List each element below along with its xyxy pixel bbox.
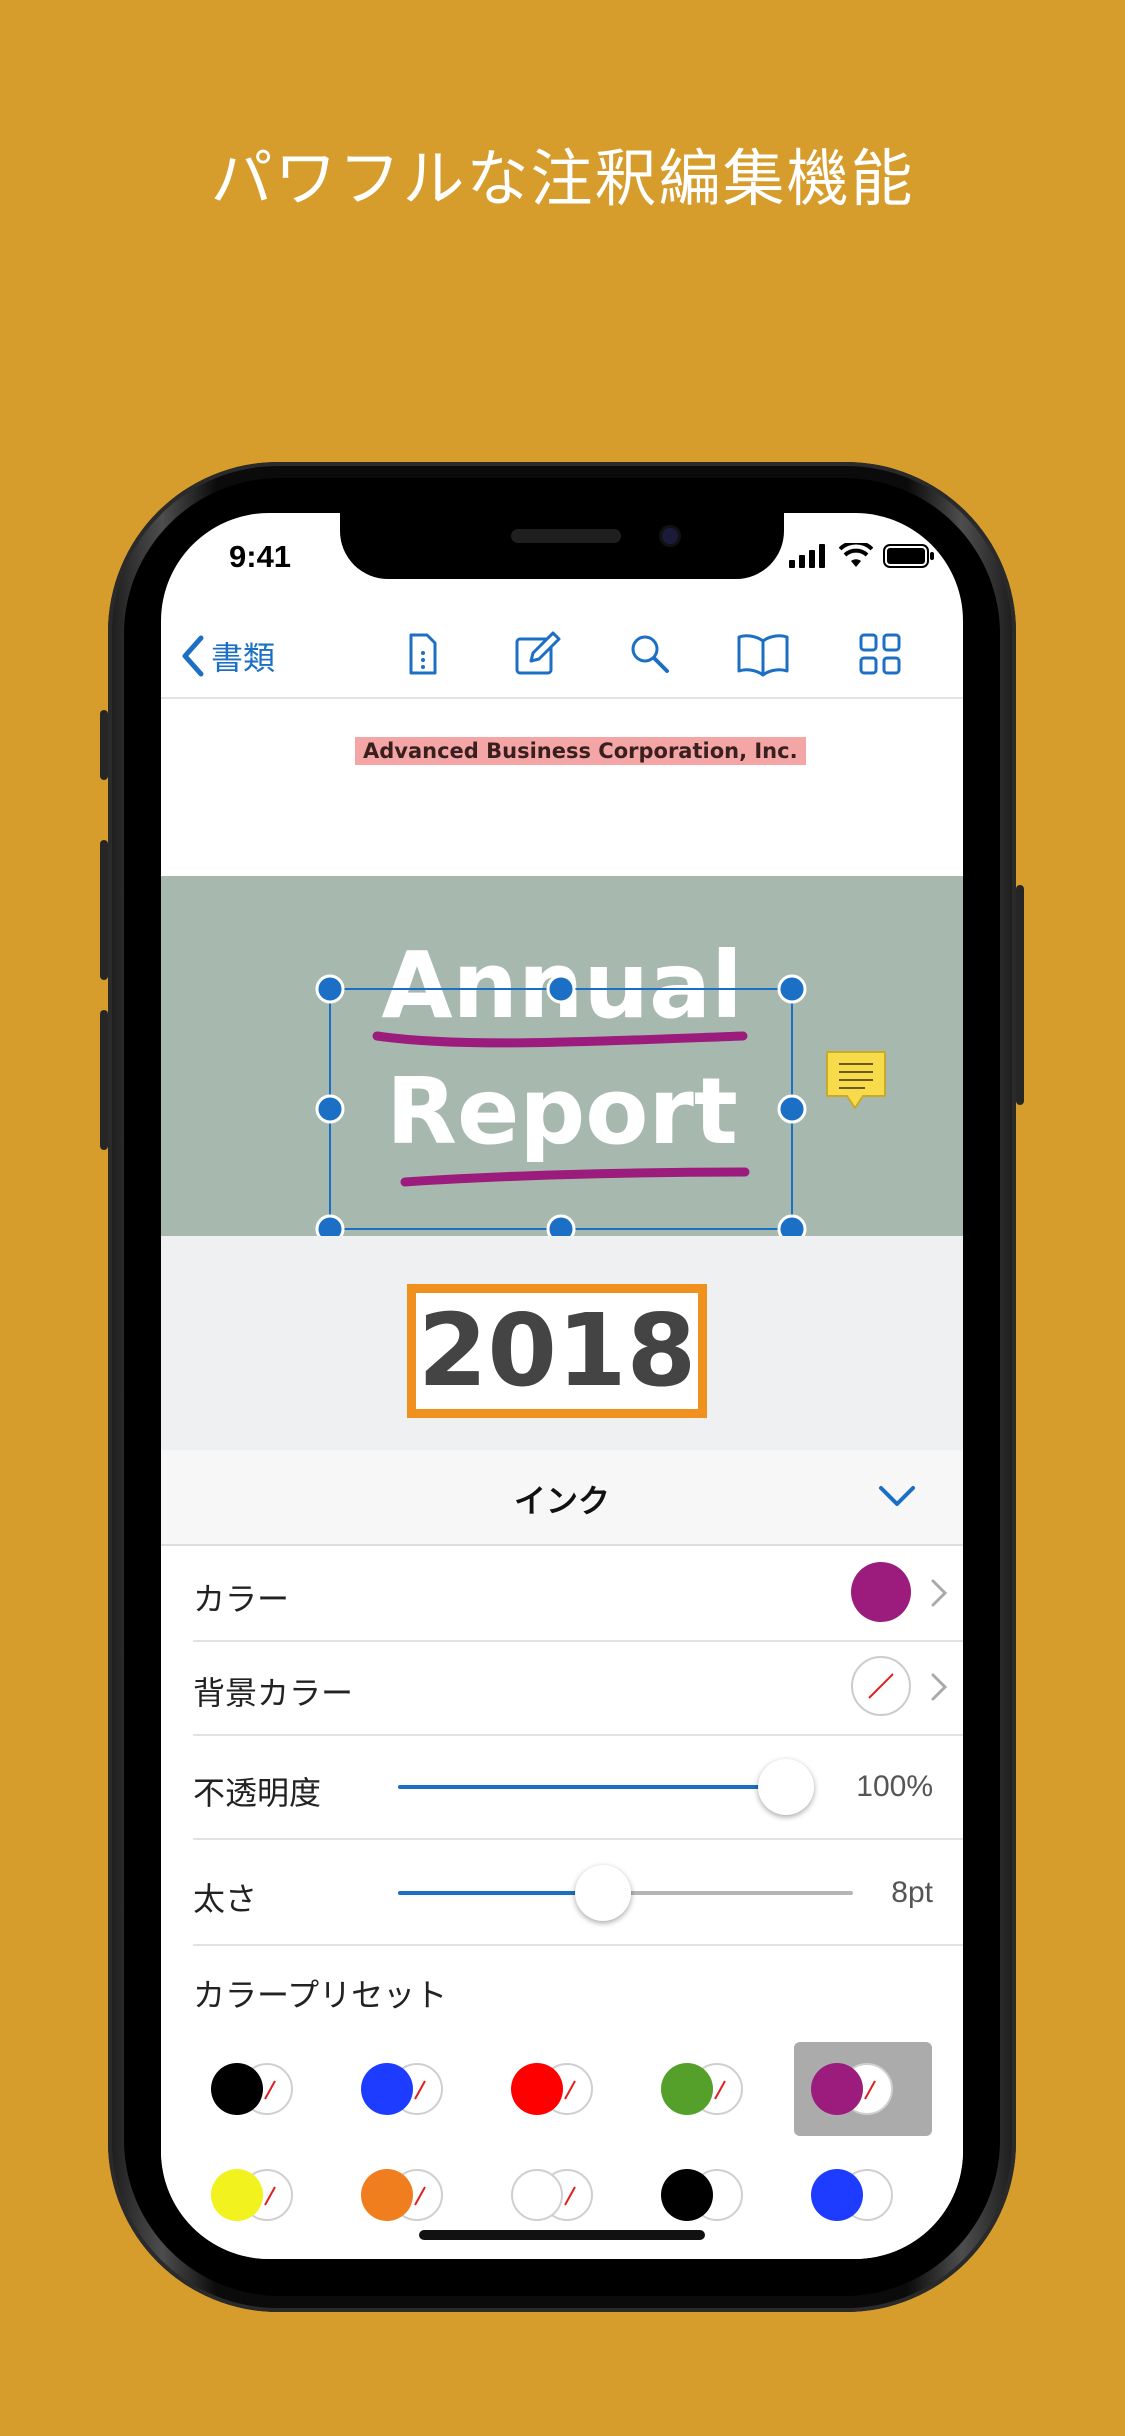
book-icon[interactable]	[735, 631, 791, 677]
preset-stroke-color	[661, 2169, 713, 2221]
power-button	[1016, 885, 1024, 1105]
color-preset-2[interactable]	[343, 2054, 463, 2124]
thickness-slider-thumb[interactable]	[575, 1865, 631, 1921]
color-label: カラー	[193, 1580, 290, 1618]
notch	[340, 513, 784, 579]
chevron-left-icon	[182, 635, 204, 677]
color-presets-label: カラープリセット	[193, 1976, 448, 2014]
opacity-label: 不透明度	[193, 1774, 322, 1812]
year-section: 2018	[161, 1236, 963, 1450]
title-banner: Annual Report	[161, 876, 963, 1236]
ink-properties-panel: インク カラー 背景カラー 不透明度 100% 太さ 8pt カラープリセット	[161, 1450, 963, 2259]
chevron-right-icon	[931, 1673, 948, 1701]
preset-stroke-color	[661, 2063, 713, 2115]
color-preset-7[interactable]	[343, 2160, 463, 2230]
volume-up-button	[100, 840, 108, 980]
chevron-down-icon[interactable]	[877, 1482, 917, 1512]
status-icons	[789, 543, 935, 569]
opacity-value: 100%	[856, 1770, 933, 1803]
phone-screen: 9:41 書類 Advanced Business Corporation, I…	[161, 513, 963, 2259]
opacity-slider-thumb[interactable]	[758, 1759, 814, 1815]
home-indicator[interactable]	[419, 2230, 705, 2240]
color-preset-9[interactable]	[643, 2160, 763, 2230]
background-color-label: 背景カラー	[193, 1674, 354, 1712]
volume-down-button	[100, 1010, 108, 1150]
color-preset-5[interactable]	[793, 2054, 913, 2124]
preset-stroke-color	[511, 2063, 563, 2115]
preset-stroke-color	[361, 2063, 413, 2115]
current-color-swatch[interactable]	[851, 1562, 911, 1622]
battery-icon	[883, 544, 934, 568]
preset-stroke-color	[511, 2169, 563, 2221]
wifi-icon	[839, 543, 873, 567]
preset-stroke-color	[361, 2169, 413, 2221]
search-icon[interactable]	[627, 631, 673, 677]
promo-headline: パワフルな注釈編集機能	[210, 142, 915, 215]
color-preset-3[interactable]	[493, 2054, 613, 2124]
color-row[interactable]: カラー	[193, 1546, 963, 1642]
thickness-label: 太さ	[193, 1880, 258, 1918]
year-box-annotation[interactable]: 2018	[407, 1284, 707, 1418]
color-preset-10[interactable]	[793, 2160, 913, 2230]
panel-header: インク	[161, 1450, 963, 1546]
thickness-slider[interactable]	[398, 1846, 853, 1942]
edit-icon[interactable]	[513, 631, 563, 677]
document-outline-icon[interactable]	[401, 631, 445, 677]
status-time: 9:41	[229, 539, 292, 574]
mute-switch	[100, 710, 108, 780]
color-preset-4[interactable]	[643, 2054, 763, 2124]
back-button[interactable]: 書類	[179, 633, 275, 679]
thickness-value: 8pt	[891, 1876, 933, 1909]
opacity-row: 不透明度 100%	[193, 1734, 963, 1840]
opacity-slider[interactable]	[398, 1740, 814, 1836]
thickness-row: 太さ 8pt	[193, 1840, 963, 1946]
no-color-swatch-icon[interactable]	[850, 1655, 912, 1717]
color-preset-6[interactable]	[193, 2160, 313, 2230]
preset-stroke-color	[811, 2169, 863, 2221]
highlighted-company-name[interactable]: Advanced Business Corporation, Inc.	[355, 737, 806, 765]
grid-icon[interactable]	[857, 631, 903, 677]
navigation-toolbar: 書類	[161, 611, 963, 699]
back-label: 書類	[211, 639, 276, 677]
color-preset-8[interactable]	[493, 2160, 613, 2230]
color-presets-section: カラープリセット	[161, 1946, 963, 2259]
sticky-note-icon[interactable]	[825, 1050, 887, 1114]
preset-stroke-color	[211, 2169, 263, 2221]
background-color-row[interactable]: 背景カラー	[193, 1640, 963, 1736]
cellular-signal-icon	[789, 544, 825, 568]
preset-stroke-color	[811, 2063, 863, 2115]
year-text: 2018	[417, 1292, 697, 1409]
preset-stroke-color	[211, 2063, 263, 2115]
chevron-right-icon	[931, 1579, 948, 1607]
panel-title: インク	[513, 1482, 610, 1520]
color-preset-1[interactable]	[193, 2054, 313, 2124]
